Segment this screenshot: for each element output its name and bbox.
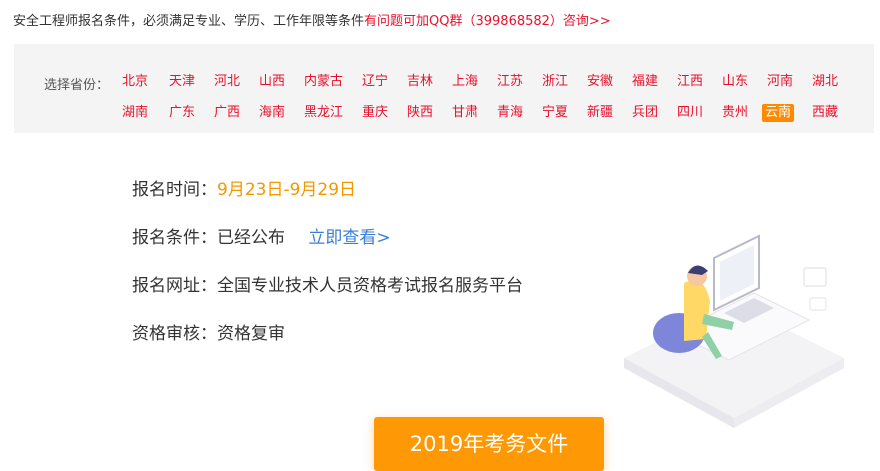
province-item[interactable]: 宁夏 bbox=[539, 104, 571, 122]
province-item[interactable]: 山东 bbox=[719, 73, 751, 91]
registration-time-label: 报名时间： bbox=[132, 180, 217, 200]
view-now-link[interactable]: 立即查看> bbox=[308, 228, 390, 248]
registration-condition-label: 报名条件： bbox=[132, 228, 217, 248]
province-item[interactable]: 天津 bbox=[166, 73, 198, 91]
exam-panel: 选择省份： 北京 天津 河北 山西 内蒙古 辽宁 吉林 上海 江苏 浙江 安徽 … bbox=[14, 44, 874, 471]
province-item[interactable]: 新疆 bbox=[584, 104, 616, 122]
registration-condition-value: 已经公布 bbox=[217, 228, 285, 248]
province-item[interactable]: 湖南 bbox=[119, 104, 151, 122]
qq-group-link[interactable]: 有问题可加QQ群（399868582）咨询>> bbox=[364, 14, 611, 29]
province-item[interactable]: 甘肃 bbox=[449, 104, 481, 122]
province-item[interactable]: 广东 bbox=[166, 104, 198, 122]
registration-site-value: 全国专业技术人员资格考试报名服务平台 bbox=[217, 276, 523, 296]
province-item[interactable]: 黑龙江 bbox=[301, 104, 346, 122]
province-item[interactable]: 安徽 bbox=[584, 73, 616, 91]
exam-documents-button[interactable]: 2019年考务文件 bbox=[374, 417, 604, 471]
registration-time-value: 9月23日-9月29日 bbox=[217, 180, 357, 200]
province-item[interactable]: 兵团 bbox=[629, 104, 661, 122]
province-item[interactable]: 北京 bbox=[119, 73, 151, 91]
province-item[interactable]: 河南 bbox=[764, 73, 796, 91]
province-item[interactable]: 福建 bbox=[629, 73, 661, 91]
province-item[interactable]: 青海 bbox=[494, 104, 526, 122]
province-item[interactable]: 内蒙古 bbox=[301, 73, 346, 91]
person-at-computer-illustration bbox=[624, 234, 844, 428]
registration-site-label: 报名网址： bbox=[132, 276, 217, 296]
province-item[interactable]: 上海 bbox=[449, 73, 481, 91]
registration-site-row: 报名网址：全国专业技术人员资格考试报名服务平台 bbox=[132, 271, 523, 296]
province-item[interactable]: 陕西 bbox=[404, 104, 436, 122]
province-item[interactable]: 四川 bbox=[674, 104, 706, 122]
province-item[interactable]: 重庆 bbox=[359, 104, 391, 122]
province-item[interactable]: 河北 bbox=[211, 73, 243, 91]
province-selector: 选择省份： 北京 天津 河北 山西 内蒙古 辽宁 吉林 上海 江苏 浙江 安徽 … bbox=[14, 44, 874, 132]
province-item[interactable]: 浙江 bbox=[539, 73, 571, 91]
province-item[interactable]: 广西 bbox=[211, 104, 243, 122]
qualification-review-row: 资格审核：资格复审 bbox=[132, 319, 285, 344]
province-item[interactable]: 吉林 bbox=[404, 73, 436, 91]
province-item[interactable]: 湖北 bbox=[809, 73, 841, 91]
province-item[interactable]: 贵州 bbox=[719, 104, 751, 122]
province-item[interactable]: 西藏 bbox=[809, 104, 841, 122]
province-item[interactable]: 山西 bbox=[256, 73, 288, 91]
qualification-review-value: 资格复审 bbox=[217, 324, 285, 344]
province-item[interactable]: 海南 bbox=[256, 104, 288, 122]
province-label: 选择省份： bbox=[44, 78, 110, 93]
province-item[interactable]: 辽宁 bbox=[359, 73, 391, 91]
qualification-review-label: 资格审核： bbox=[132, 324, 217, 344]
notice-text: 安全工程师报名条件，必须满足专业、学历、工作年限等条件 bbox=[13, 14, 365, 29]
registration-condition-row: 报名条件：已经公布 立即查看> bbox=[132, 223, 391, 248]
province-item-selected[interactable]: 云南 bbox=[762, 104, 795, 122]
exam-info-card: 报名时间：9月23日-9月29日 报名条件：已经公布 立即查看> 报名网址：全国… bbox=[14, 133, 874, 471]
notice-bar: 安全工程师报名条件，必须满足专业、学历、工作年限等条件有问题可加QQ群（3998… bbox=[13, 10, 611, 29]
registration-time-row: 报名时间：9月23日-9月29日 bbox=[132, 175, 356, 200]
province-item[interactable]: 江西 bbox=[674, 73, 706, 91]
province-item[interactable]: 江苏 bbox=[494, 73, 526, 91]
